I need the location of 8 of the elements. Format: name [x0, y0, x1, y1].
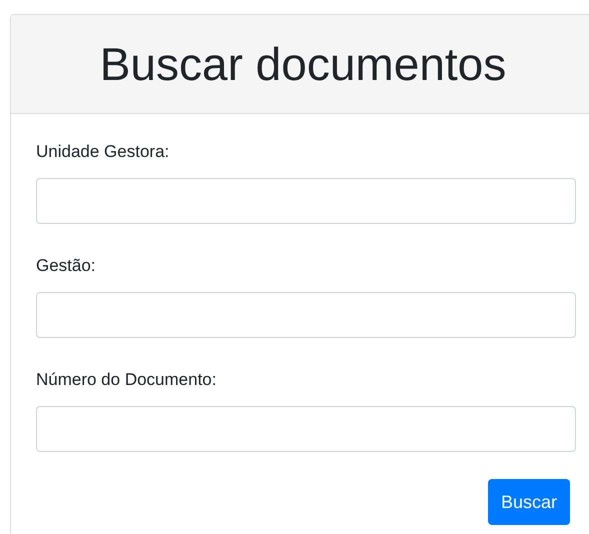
field-label: Gestão:	[36, 255, 97, 277]
search-button[interactable]: Buscar	[488, 479, 570, 525]
input-field[interactable]	[36, 292, 576, 338]
page-title: Buscar documentos	[100, 37, 506, 91]
field-label: Unidade Gestora:	[36, 141, 170, 163]
input-field[interactable]	[36, 406, 576, 452]
input-field[interactable]	[36, 178, 576, 224]
field-label: Número do Documento:	[36, 369, 218, 391]
